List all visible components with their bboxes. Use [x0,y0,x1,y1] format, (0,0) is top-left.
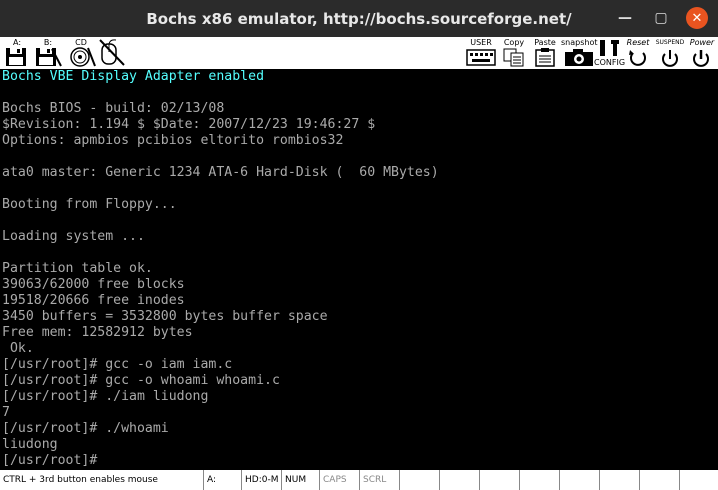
paste-label: Paste [534,38,556,47]
floppy-icon [36,48,62,67]
terminal-line: 3450 buffers = 3532800 bytes buffer spac… [2,309,328,324]
reset-label: Reset [626,38,650,47]
status-slot [520,470,560,490]
paste-icon [535,48,555,67]
suspend-button[interactable]: SUSPEND [655,38,685,68]
emulator-screen[interactable]: Bochs VBE Display Adapter enabled Bochs B… [0,69,718,468]
close-icon[interactable]: ✕ [686,7,708,29]
config-button[interactable]: CONFIG [594,38,625,68]
floppy-b-button[interactable]: B: [34,38,62,68]
status-slot [400,470,440,490]
terminal-line: [/usr/root]# ./iam liudong [2,389,209,404]
maximize-icon[interactable]: ▢ [650,7,672,29]
window-title: Bochs x86 emulator, http://bochs.sourcef… [146,9,572,28]
terminal-line: liudong [2,437,58,452]
camera-icon [565,49,594,66]
status-slot [480,470,520,490]
status-drive: A: [204,470,242,490]
floppy-b-label: B: [43,38,53,47]
terminal-line: ata0 master: Generic 1234 ATA-6 Hard-Dis… [2,165,439,180]
status-slot [640,470,680,490]
bochs-toolbar: A: B: CD USER Copy Paste snapshot CONFIG… [0,37,718,70]
snapshot-label: snapshot [561,38,598,47]
status-hd: HD:0-M [242,470,282,490]
terminal-line: 7 [2,405,10,420]
terminal-line: Bochs VBE Display Adapter enabled [2,69,265,84]
user-label: USER [470,38,492,47]
status-slot [680,470,718,490]
minimize-icon[interactable]: — [614,7,636,29]
terminal-line: Booting from Floppy... [2,197,177,212]
terminal-line: Partition table ok. [2,261,153,276]
terminal-line: [/usr/root]# gcc -o whoami whoami.c [2,373,280,388]
copy-icon [503,48,524,67]
config-label: CONFIG [594,58,626,67]
status-slot [600,470,640,490]
floppy-a-label: A: [12,38,22,47]
status-num: NUM [282,470,320,490]
paste-button[interactable]: Paste [532,38,558,68]
terminal-line: Ok. [2,341,34,356]
copy-button[interactable]: Copy [502,38,526,68]
status-caps: CAPS [320,470,360,490]
mouse-icon [99,39,125,66]
suspend-label: SUSPEND [655,39,685,46]
keyboard-icon [466,49,496,66]
status-slot [440,470,480,490]
terminal-line: 39063/62000 free blocks [2,277,185,292]
cdrom-icon [70,47,96,67]
terminal-line: Bochs BIOS - build: 02/13/08 [2,101,225,116]
user-button[interactable]: USER [466,38,496,68]
cdrom-label: CD [75,38,87,47]
terminal-line: Options: apmbios pcibios eltorito rombio… [2,133,344,148]
power-icon [693,50,709,67]
status-hint: CTRL + 3rd button enables mouse [0,470,204,490]
copy-label: Copy [503,38,525,47]
snapshot-button[interactable]: snapshot [561,38,598,68]
terminal-line: 19518/20666 free inodes [2,293,185,308]
power-button[interactable]: Power [688,38,716,68]
terminal-line: $Revision: 1.194 $ $Date: 2007/12/23 19:… [2,117,376,132]
terminal-line: Free mem: 12582912 bytes [2,325,193,340]
terminal-line: Loading system ... [2,229,145,244]
power-label: Power [689,38,715,47]
reset-button[interactable]: Reset [625,38,651,68]
floppy-icon [6,48,26,66]
status-slot [560,470,600,490]
suspend-icon [662,50,678,67]
window-controls: — ▢ ✕ [614,7,708,29]
status-bar: CTRL + 3rd button enables mouse A: HD:0-… [0,469,718,490]
mouse-button[interactable] [98,38,130,68]
floppy-a-button[interactable]: A: [4,38,30,68]
config-icon [599,40,619,56]
terminal-line: [/usr/root]# ./whoami [2,421,169,436]
window-titlebar: Bochs x86 emulator, http://bochs.sourcef… [0,0,718,37]
reset-icon [629,50,646,66]
cdrom-button[interactable]: CD [66,38,96,68]
status-scrl: SCRL [360,470,400,490]
terminal-line: [/usr/root]# [2,453,98,468]
terminal-line: [/usr/root]# gcc -o iam iam.c [2,357,233,372]
